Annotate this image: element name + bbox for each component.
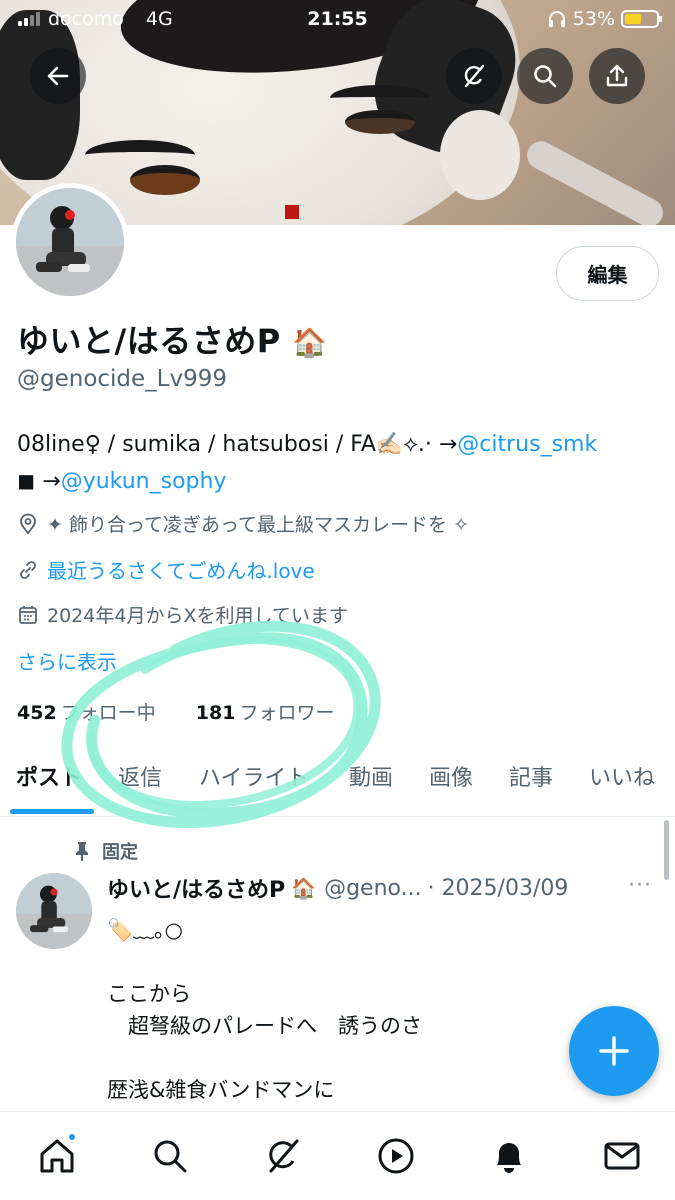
grok-icon [464,64,485,88]
user-handle: @genocide_Lv999 [17,366,228,392]
followers-link[interactable]: 181 フォロワー [196,702,335,724]
tab-articles[interactable]: 記事 [509,760,553,792]
location-text: ✦ 飾り合って凌ぎあって最上級マスカレードを ✧ [47,514,470,536]
joined-row: 2024年4月からXを利用しています [17,601,348,628]
grok-button[interactable] [446,48,502,104]
search-button[interactable] [517,48,573,104]
grok-icon [269,1139,299,1173]
tab-videos[interactable]: 動画 [349,760,393,792]
nav-search[interactable] [148,1134,192,1178]
pinned-indicator: 固定 [72,838,138,864]
battery-percent: 53% [572,8,615,30]
post-header: ゆいと/はるさめP 🏠 @geno... · 2025/03/09 [107,872,667,904]
location-pin-icon [20,513,36,534]
mention-link-yukun[interactable]: @yukun_sophy [61,469,227,494]
profile-bio: 08line♀ / sumika / hatsubosi / FA✍🏻⟡.· →… [17,432,598,494]
status-bar: docomo 4G 21:55 53% [0,0,675,40]
signal-icon [18,12,40,26]
messages-icon [604,1142,640,1170]
bottom-navigation [0,1111,675,1200]
joined-date: 2024年4月からXを利用しています [47,605,348,627]
website-row: 最近うるさくてごめんね.love [17,555,315,584]
avatar-photo [16,873,92,949]
notifications-icon [497,1143,521,1173]
show-more-link[interactable]: さらに表示 [17,646,117,675]
back-button[interactable] [30,48,86,104]
follow-counts: 452 フォロー中 181 フォロワー [17,698,334,725]
edit-profile-button[interactable]: 編集 [556,246,659,301]
nav-notifications[interactable] [487,1134,531,1178]
post-author-avatar[interactable] [16,873,92,949]
plus-icon [599,1036,629,1066]
location-row: ✦ 飾り合って凌ぎあって最上級マスカレードを ✧ [17,510,469,537]
post-more-options-icon[interactable]: ··· [628,873,652,898]
nav-messages[interactable] [600,1134,644,1178]
post-author-handle: @geno... [324,875,422,901]
search-icon [154,1140,187,1173]
share-button[interactable] [589,48,645,104]
post-author-name[interactable]: ゆいと/はるさめP [107,872,285,904]
website-link[interactable]: 最近うるさくてごめんね.love [47,555,315,584]
mention-link-citrus[interactable]: @citrus_smk [457,432,597,457]
nav-home[interactable] [35,1132,79,1178]
nav-video[interactable] [374,1134,418,1178]
profile-tabs: ポスト 返信 ハイライト 動画 画像 記事 いいね [0,740,675,817]
headphones-icon [548,11,565,27]
display-name: ゆいと/はるさめP 🏠 [17,322,328,360]
scrollbar[interactable] [664,820,669,880]
pin-icon [76,842,88,861]
following-link[interactable]: 452 フォロー中 [17,702,156,724]
post-date[interactable]: · 2025/03/09 [428,876,569,901]
tab-highlights[interactable]: ハイライト [199,760,309,792]
profile-avatar[interactable] [11,183,129,301]
home-notification-dot [67,1132,77,1142]
post-text[interactable]: 🏷️﹏｡○ ここから 超弩級のパレードへ 誘うのさ 歴浅&雑食バンドマンに [107,914,627,1106]
carrier-name: docomo [48,8,124,30]
house-emoji: 🏠 [291,876,317,900]
network-type: 4G [145,8,173,30]
active-tab-indicator [10,809,94,814]
tab-replies[interactable]: 返信 [118,760,162,792]
compose-post-button[interactable] [569,1006,659,1096]
calendar-icon [19,605,37,624]
tab-likes[interactable]: いいね [589,760,655,792]
battery-icon [621,10,662,28]
search-icon [534,65,557,88]
nav-grok[interactable] [261,1134,305,1178]
home-icon [40,1139,74,1173]
tab-posts[interactable]: ポスト [16,760,82,792]
back-arrow-icon [47,66,69,86]
video-icon [378,1138,414,1174]
avatar-photo [16,188,124,296]
house-emoji: 🏠 [292,326,328,359]
tab-images[interactable]: 画像 [429,760,473,792]
share-icon [606,64,628,87]
link-icon [20,560,36,579]
